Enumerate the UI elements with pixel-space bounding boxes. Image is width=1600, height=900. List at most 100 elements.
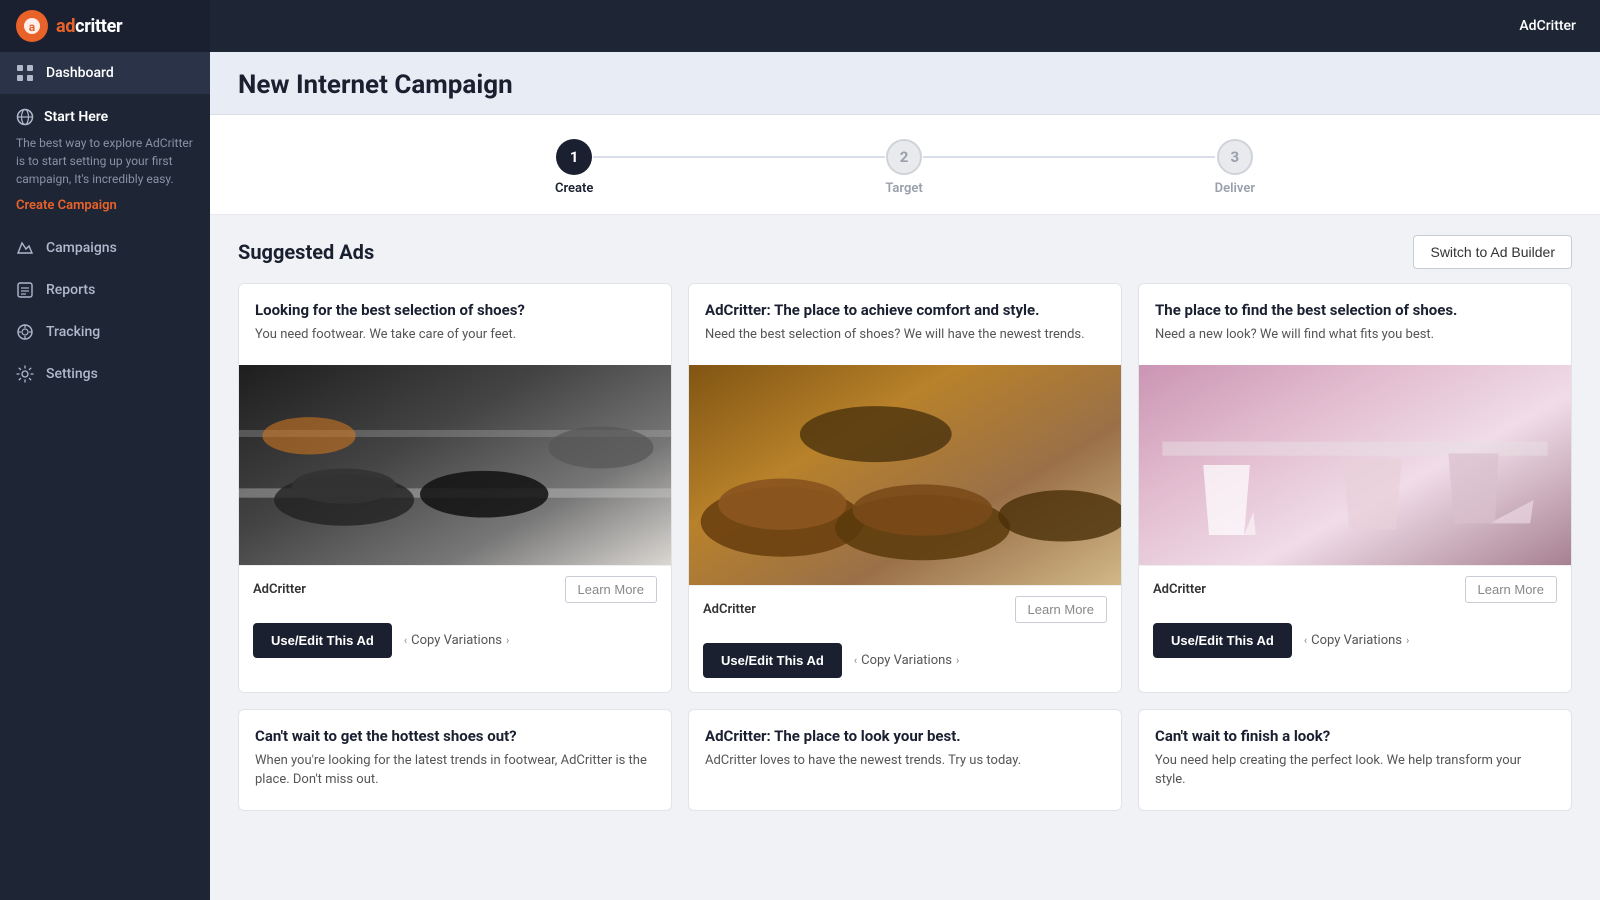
content-area: New Internet Campaign 1 Create 2 Target: [210, 52, 1600, 900]
ad-card-1-learn-more[interactable]: Learn More: [565, 576, 657, 603]
ad-card-5-body: AdCritter: The place to look your best. …: [689, 710, 1121, 791]
ad-card-1-brand: AdCritter: [253, 582, 306, 597]
dashboard-icon: [16, 64, 34, 82]
chevron-left-icon-1: ‹: [404, 634, 407, 647]
ads-grid: Looking for the best selection of shoes?…: [210, 283, 1600, 831]
ad-card-2-image: [689, 365, 1121, 585]
globe-icon: [16, 108, 34, 126]
ad-card-1-title: Looking for the best selection of shoes?: [255, 300, 655, 320]
step-3-label: Deliver: [1215, 181, 1255, 196]
ad-card-2: AdCritter: The place to achieve comfort …: [688, 283, 1122, 693]
reports-label: Reports: [46, 282, 95, 298]
ad-card-3-desc: Need a new look? We will find what fits …: [1155, 326, 1555, 345]
step-2-circle: 2: [886, 139, 922, 175]
topbar: AdCritter: [210, 0, 1600, 52]
ad-card-2-learn-more[interactable]: Learn More: [1015, 596, 1107, 623]
step-1-label: Create: [555, 181, 593, 196]
start-here-description: The best way to explore AdCritter is to …: [16, 134, 194, 188]
ad-card-3-body: The place to find the best selection of …: [1139, 284, 1571, 365]
ad-card-2-use-edit-button[interactable]: Use/Edit This Ad: [703, 643, 842, 678]
ad-card-2-desc: Need the best selection of shoes? We wil…: [705, 326, 1105, 345]
dashboard-label: Dashboard: [46, 65, 114, 81]
ad-card-1-body: Looking for the best selection of shoes?…: [239, 284, 671, 365]
chevron-left-icon-3: ‹: [1304, 634, 1307, 647]
step-create: 1 Create: [555, 139, 593, 196]
ad-card-4-body: Can't wait to get the hottest shoes out?…: [239, 710, 671, 810]
sidebar-item-start-here[interactable]: Start Here: [16, 108, 194, 126]
stepper-container: 1 Create 2 Target 3 Deliver: [210, 115, 1600, 215]
start-here-section: Start Here The best way to explore AdCri…: [0, 94, 210, 227]
chevron-right-icon-1: ›: [506, 634, 509, 647]
sidebar-item-campaigns[interactable]: Campaigns: [0, 227, 210, 269]
step-3-circle: 3: [1217, 139, 1253, 175]
svg-text:a: a: [29, 20, 36, 34]
settings-icon: [16, 365, 34, 383]
ad-card-3-brand: AdCritter: [1153, 582, 1206, 597]
ad-card-6-body: Can't wait to finish a look? You need he…: [1139, 710, 1571, 810]
switch-builder-button[interactable]: Switch to Ad Builder: [1413, 235, 1572, 269]
reports-icon: [16, 281, 34, 299]
app-logo: a adcritter: [0, 0, 210, 52]
ad-card-3-use-edit-button[interactable]: Use/Edit This Ad: [1153, 623, 1292, 658]
suggested-ads-title: Suggested Ads: [238, 240, 374, 264]
ad-card-1-actions: Use/Edit This Ad ‹ Copy Variations ›: [239, 613, 671, 672]
ad-card-3-actions: Use/Edit This Ad ‹ Copy Variations ›: [1139, 613, 1571, 672]
settings-label: Settings: [46, 366, 98, 382]
step-deliver: 3 Deliver: [1215, 139, 1255, 196]
sidebar-item-reports[interactable]: Reports: [0, 269, 210, 311]
ad-card-2-title: AdCritter: The place to achieve comfort …: [705, 300, 1105, 320]
step-2-label: Target: [885, 181, 922, 196]
ad-card-1-image: [239, 365, 671, 565]
tracking-icon: [16, 323, 34, 341]
ad-card-2-body: AdCritter: The place to achieve comfort …: [689, 284, 1121, 365]
ad-card-1-desc: You need footwear. We take care of your …: [255, 326, 655, 345]
suggested-ads-header: Suggested Ads Switch to Ad Builder: [210, 215, 1600, 283]
ad-card-2-actions: Use/Edit This Ad ‹ Copy Variations ›: [689, 633, 1121, 692]
chevron-right-icon-2: ›: [956, 654, 959, 667]
logo-icon: a: [16, 10, 48, 42]
campaigns-icon: [16, 239, 34, 257]
step-target: 2 Target: [885, 139, 922, 196]
ad-card-4-desc: When you're looking for the latest trend…: [255, 752, 655, 790]
step-line-2: [923, 156, 1215, 158]
ad-card-4-title: Can't wait to get the hottest shoes out?: [255, 726, 655, 746]
tracking-label: Tracking: [46, 324, 100, 340]
ad-card-3-copy-variations[interactable]: ‹ Copy Variations ›: [1304, 633, 1410, 648]
step-line-1: [593, 156, 885, 158]
campaigns-label: Campaigns: [46, 240, 117, 256]
ad-card-6-desc: You need help creating the perfect look.…: [1155, 752, 1555, 790]
ad-card-5-title: AdCritter: The place to look your best.: [705, 726, 1105, 746]
ad-card-3-footer: AdCritter Learn More: [1139, 565, 1571, 613]
ad-card-2-copy-variations[interactable]: ‹ Copy Variations ›: [854, 653, 960, 668]
ad-card-2-brand: AdCritter: [703, 602, 756, 617]
page-header: New Internet Campaign: [210, 52, 1600, 115]
ad-card-6-title: Can't wait to finish a look?: [1155, 726, 1555, 746]
logo-text: adcritter: [56, 16, 122, 37]
ad-card-3-learn-more[interactable]: Learn More: [1465, 576, 1557, 603]
stepper: 1 Create 2 Target 3 Deliver: [555, 139, 1255, 196]
ad-card-5: AdCritter: The place to look your best. …: [688, 709, 1122, 811]
sidebar-item-tracking[interactable]: Tracking: [0, 311, 210, 353]
sidebar: a adcritter Dashboard Start Here The bes…: [0, 0, 210, 900]
ad-card-1: Looking for the best selection of shoes?…: [238, 283, 672, 693]
main-content: AdCritter New Internet Campaign 1 Create…: [210, 0, 1600, 900]
sidebar-item-dashboard[interactable]: Dashboard: [0, 52, 210, 94]
ad-card-1-footer: AdCritter Learn More: [239, 565, 671, 613]
ad-card-2-footer: AdCritter Learn More: [689, 585, 1121, 633]
step-1-circle: 1: [556, 139, 592, 175]
ad-card-5-desc: AdCritter loves to have the newest trend…: [705, 752, 1105, 771]
ad-card-3: The place to find the best selection of …: [1138, 283, 1572, 693]
create-campaign-link[interactable]: Create Campaign: [16, 198, 194, 213]
sidebar-item-settings[interactable]: Settings: [0, 353, 210, 395]
ad-card-3-image: [1139, 365, 1571, 565]
ad-card-1-copy-variations[interactable]: ‹ Copy Variations ›: [404, 633, 510, 648]
ad-card-1-use-edit-button[interactable]: Use/Edit This Ad: [253, 623, 392, 658]
ad-card-3-title: The place to find the best selection of …: [1155, 300, 1555, 320]
start-here-label: Start Here: [44, 109, 108, 125]
user-name: AdCritter: [1519, 18, 1576, 34]
ad-card-4: Can't wait to get the hottest shoes out?…: [238, 709, 672, 811]
chevron-right-icon-3: ›: [1406, 634, 1409, 647]
page-title: New Internet Campaign: [238, 70, 1572, 100]
chevron-left-icon-2: ‹: [854, 654, 857, 667]
ad-card-6: Can't wait to finish a look? You need he…: [1138, 709, 1572, 811]
